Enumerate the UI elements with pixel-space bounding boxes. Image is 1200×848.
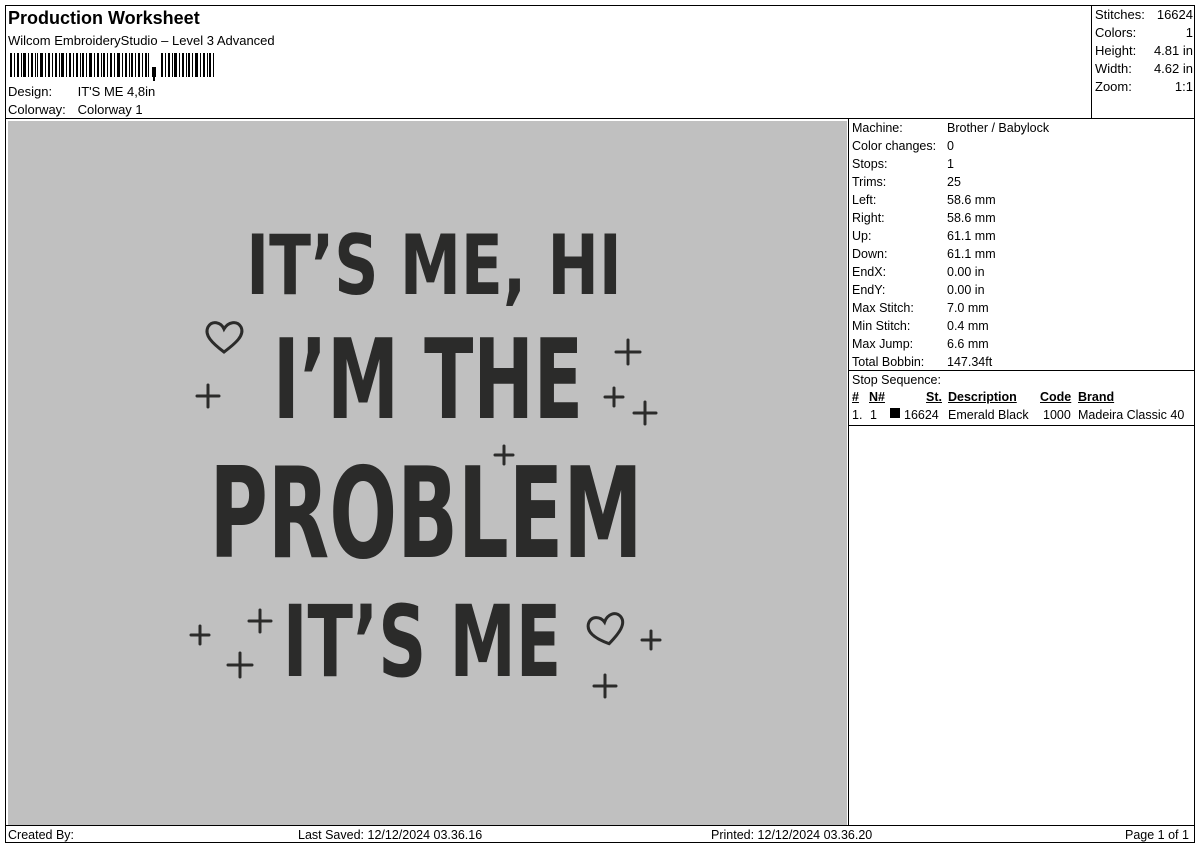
col-header-num: #: [852, 390, 859, 404]
info-label: Stops:: [852, 157, 888, 171]
info-value: 61.1 mm: [947, 229, 996, 243]
sparkle-icon: [603, 386, 625, 408]
col-header-brand: Brand: [1078, 390, 1115, 404]
stop-cell-num: 1.: [852, 408, 863, 422]
last-saved: Last Saved: 12/12/2024 03.36.16: [298, 828, 483, 842]
stop-cell-code: 1000: [1043, 408, 1071, 422]
info-label: Color changes:: [852, 139, 937, 153]
info-value: 58.6 mm: [947, 193, 996, 207]
stop-cell-brand: Madeira Classic 40: [1078, 408, 1185, 422]
design-label: Design:: [8, 84, 53, 99]
sparkle-icon: [614, 338, 642, 366]
colorway-row: Colorway: Colorway 1: [8, 102, 143, 117]
stat-label: Zoom:: [1095, 79, 1132, 94]
created-by: Created By:: [8, 828, 75, 842]
stat-value: 1:1: [1174, 79, 1193, 94]
stop-cell-stitches: 16624: [904, 408, 939, 422]
embroidery-artwork: IT’S ME, HI I’M THE PROBLEM IT’S ME: [189, 219, 662, 700]
stop-cell-description: Emerald Black: [948, 408, 1029, 422]
stats-panel: Stitches: 16624 Colors: 1 Height: 4.81 i…: [1091, 5, 1195, 118]
stat-value: 4.81 in: [1153, 43, 1193, 58]
footer: Created By: Last Saved: 12/12/2024 03.36…: [5, 825, 1195, 843]
worksheet-header: Production Worksheet Wilcom EmbroiderySt…: [6, 6, 1091, 118]
info-value: 0.00 in: [947, 265, 985, 279]
info-value: Brother / Babylock: [947, 121, 1050, 135]
stat-value: 4.62 in: [1153, 61, 1193, 76]
info-label: Machine:: [852, 121, 903, 135]
sparkle-icon: [247, 608, 273, 634]
info-value: 7.0 mm: [947, 301, 989, 315]
stat-label: Width:: [1095, 61, 1132, 76]
artwork-line-4: IT’S ME: [283, 585, 562, 700]
col-header-n: N#: [869, 390, 885, 404]
info-label: Max Stitch:: [852, 301, 914, 315]
software-name: Wilcom EmbroideryStudio – Level 3 Advanc…: [8, 33, 275, 48]
sparkle-icon: [195, 383, 221, 409]
colorway-label: Colorway:: [8, 102, 66, 117]
info-label: Max Jump:: [852, 337, 914, 351]
info-label: EndY:: [852, 283, 886, 297]
barcode-image: [10, 53, 214, 81]
stop-cell-n: 1: [870, 408, 877, 422]
heart-icon: [586, 612, 625, 646]
col-header-code: Code: [1040, 390, 1072, 404]
sparkle-icon: [632, 400, 658, 426]
sparkle-icon: [640, 629, 662, 651]
colorway-value: Colorway 1: [77, 102, 143, 117]
design-row: Design: IT'S ME 4,8in: [8, 84, 155, 99]
info-label: Right:: [852, 211, 885, 225]
info-label: EndX:: [852, 265, 887, 279]
design-value: IT'S ME 4,8in: [77, 84, 156, 99]
divider: [5, 118, 1195, 119]
info-label: Total Bobbin:: [852, 355, 925, 369]
info-value: 0.00 in: [947, 283, 985, 297]
info-value: 147.34ft: [947, 355, 993, 369]
stat-value: 16624: [1156, 7, 1193, 22]
col-header-st: St.: [926, 390, 942, 404]
page-number: Page 1 of 1: [1125, 828, 1189, 842]
sparkle-icon: [226, 651, 254, 679]
artwork-line-3: PROBLEM: [209, 440, 642, 587]
color-swatch: [890, 408, 900, 418]
printed-date: Printed: 12/12/2024 03.36.20: [711, 828, 873, 842]
info-value: 0: [947, 139, 954, 153]
design-preview: IT’S ME, HI I’M THE PROBLEM IT’S ME: [8, 121, 847, 825]
info-value: 61.1 mm: [947, 247, 996, 261]
stat-value: 1: [1185, 25, 1193, 40]
heart-icon: [205, 321, 244, 354]
info-value: 58.6 mm: [947, 211, 996, 225]
stop-sequence-title: Stop Sequence:: [852, 373, 941, 387]
col-header-description: Description: [948, 390, 1017, 404]
divider: [849, 370, 1195, 371]
artwork-line-2: I’M THE: [273, 316, 583, 444]
page-title: Production Worksheet: [8, 8, 200, 28]
info-label: Min Stitch:: [852, 319, 911, 333]
sparkle-icon: [189, 624, 211, 646]
divider: [848, 118, 849, 825]
info-label: Up:: [852, 229, 872, 243]
artwork-line-1: IT’S ME, HI: [246, 219, 621, 314]
info-label: Left:: [852, 193, 877, 207]
info-value: 25: [947, 175, 961, 189]
sparkle-icon: [592, 673, 618, 699]
info-value: 1: [947, 157, 954, 171]
info-label: Down:: [852, 247, 888, 261]
info-label: Trims:: [852, 175, 887, 189]
info-value: 6.6 mm: [947, 337, 989, 351]
divider: [849, 425, 1195, 426]
info-value: 0.4 mm: [947, 319, 989, 333]
